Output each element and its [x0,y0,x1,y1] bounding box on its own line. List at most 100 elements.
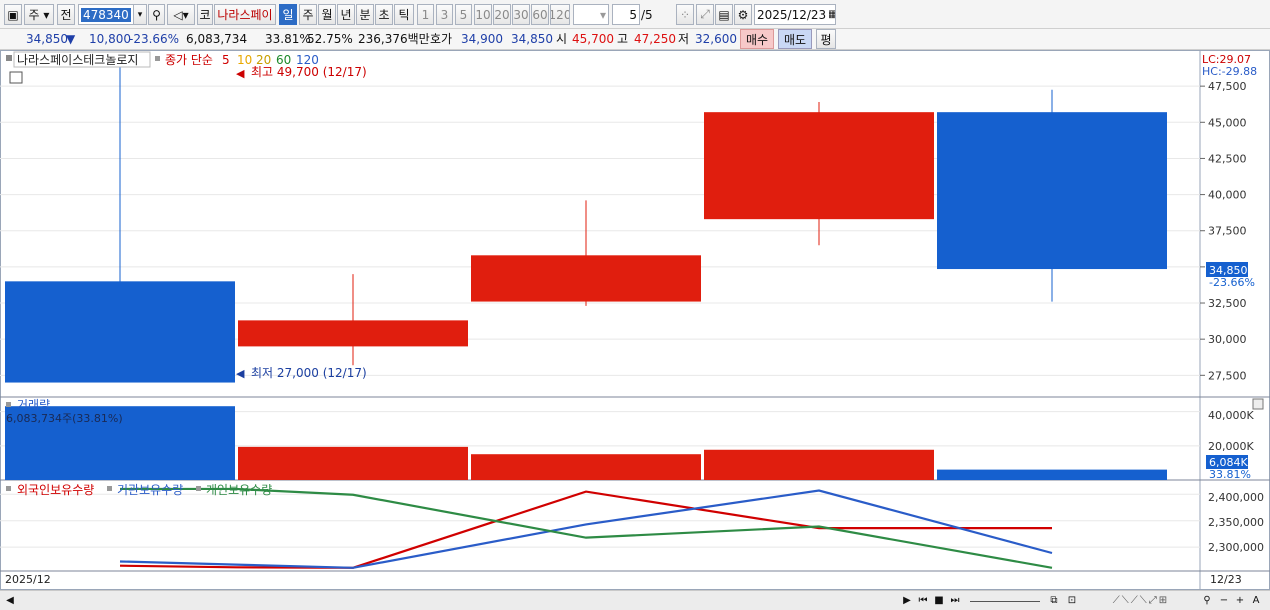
bid-label: 호가 [430,32,453,46]
tools-icon[interactable]: ⁘ [676,4,694,25]
interval-minute[interactable]: 분 [356,4,374,25]
quote-bar: 34,850 ▼ 10,800 -23.66% 6,083,734 33.81%… [0,29,1270,50]
copy-icon[interactable]: ⧉ [1046,594,1062,608]
change-direction-icon: ▼ [66,32,76,46]
zoom-slider[interactable] [970,594,1040,602]
low-value: 32,600 [695,32,737,46]
volume-value: 6,083,734 [186,32,248,46]
zoom-in-icon[interactable]: + [1234,594,1246,608]
panel-close-icon[interactable] [1252,398,1264,410]
legend-sep-icon-2 [196,486,201,491]
draw-icon[interactable]: ⤢ [696,4,714,25]
play-next-icon[interactable]: ▶ [900,594,914,608]
search-icon[interactable]: ⚲ [148,4,165,25]
max-label: 최고 49,700 (12/17) [251,65,367,79]
ratio-value: 52.75% [307,32,353,46]
num-1[interactable]: 1 [417,4,434,25]
volume-bar [937,469,1167,480]
x-axis-left-label: 2025/12 [5,573,51,586]
sell-button[interactable]: 매도 [778,29,812,49]
zoom-icon[interactable]: ⚲ [1200,594,1214,608]
price-tick-label: 42,500 [1208,152,1247,165]
price-tick-label: 47,500 [1208,80,1247,93]
save-icon[interactable]: ▤ [715,4,733,25]
zoom-out-icon[interactable]: − [1218,594,1230,608]
num-5[interactable]: 5 [455,4,472,25]
interval-week[interactable]: 주 [299,4,317,25]
count-dropdown[interactable]: ▾ [573,4,609,25]
date-value: 2025/12/23 [757,7,827,22]
code-dropdown-icon[interactable]: ▾ [133,4,147,25]
first-page-icon[interactable]: ⏮ [916,594,930,608]
interval-month[interactable]: 월 [318,4,336,25]
period-select[interactable]: 주 ▾ [24,4,54,25]
hold-tick-2300000: 2,300,000 [1208,541,1264,554]
volume-bar [704,449,934,480]
max-arrow-icon: ◀ [236,67,245,80]
min-label: 최저 27,000 (12/17) [251,366,367,380]
stock-title: 나라스페이스테크놀로지 [17,53,138,67]
stock-name: 나라스페이 [214,4,276,25]
num-3[interactable]: 3 [436,4,453,25]
window-icon[interactable]: ▣ [4,4,22,25]
calendar-icon[interactable]: ▦ [828,9,835,20]
hold-tick-2400000: 2,400,000 [1208,491,1264,504]
panel-handle-icon[interactable] [6,55,12,61]
interval-year[interactable]: 년 [337,4,355,25]
scroll-left-icon[interactable]: ◀ [4,594,16,608]
price-tick-label: 30,000 [1208,333,1247,346]
num-120[interactable]: 120 [550,4,570,25]
vol-tick-20000K: 20,000K [1208,440,1254,453]
candle-body [937,112,1167,270]
volume-bar [238,446,468,480]
legend-sep-icon-1 [107,486,112,491]
open-label: 시 [556,32,568,46]
price-tick-label: 32,500 [1208,297,1247,310]
prev-button[interactable]: 전 [57,4,75,25]
table-icon[interactable] [9,71,23,84]
date-input[interactable]: 2025/12/23▦ [754,4,836,25]
ma-handle-icon[interactable] [155,56,160,61]
candle-body [5,281,235,383]
code-value: 478340 [81,7,131,22]
last-page-icon[interactable]: ⏭ [948,594,962,608]
draw-tool-icon[interactable]: ⊡ [1064,594,1080,608]
text-icon[interactable]: A [1250,594,1262,608]
num-60[interactable]: 60 [531,4,549,25]
period-select-label: 주 [28,8,40,22]
drawing-tools-icon[interactable]: ⟋⟍⟋⟍⤢⊞ [1086,594,1196,608]
legend-foreign: 외국인보유수량 [17,483,94,497]
num-10[interactable]: 10 [474,4,492,25]
price-tick-label: 45,000 [1208,116,1247,129]
gear-icon[interactable]: ⚙ [734,4,752,25]
volume-bar [471,454,701,480]
scroll-bar[interactable]: ◀ ▶ ⏮ ■ ⏭ ⧉ ⊡ ⟋⟍⟋⟍⤢⊞ ⚲ − + A [0,590,1270,610]
volume-title: 거래량 [17,398,50,412]
current-price: 34,850 [26,32,68,46]
evaluate-button[interactable]: 평 [816,29,836,49]
last-pct-tag: -23.66% [1209,276,1255,289]
price-tick-label: 27,500 [1208,369,1247,382]
price-tick-label: 37,500 [1208,225,1247,238]
legend-individual: 개인보유수량 [206,483,272,497]
interval-second[interactable]: 초 [375,4,393,25]
num-20[interactable]: 20 [493,4,511,25]
stop-icon[interactable]: ■ [932,594,946,608]
legend-institution: 기관보유수량 [117,483,183,497]
ask-value: 34,850 [511,32,553,46]
kr-tag[interactable]: 코 [197,4,213,25]
high-label: 고 [617,32,629,46]
num-30[interactable]: 30 [512,4,530,25]
holdings-handle-icon[interactable] [6,486,11,491]
buy-button[interactable]: 매수 [740,29,774,49]
open-value: 45,700 [572,32,614,46]
interval-tick[interactable]: 틱 [394,4,414,25]
low-label: 저 [678,32,690,46]
amount-value: 236,376백만 [358,32,430,46]
volume-handle-icon[interactable] [6,402,11,407]
sound-icon[interactable]: ◁▾ [167,4,195,25]
interval-day[interactable]: 일 [279,4,297,25]
main-toolbar: ▣ 주 ▾ 전 478340 ▾ ⚲ ◁▾ 코 나라스페이 일 주 월 년 분 … [0,0,1270,29]
price-tick-label: 40,000 [1208,189,1247,202]
page-counter[interactable]: 5 [612,4,640,25]
